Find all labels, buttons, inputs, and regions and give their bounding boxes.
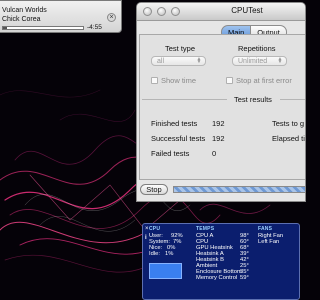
- title-bar[interactable]: CPUTest: [137, 3, 305, 21]
- finished-tests-value: 192: [212, 119, 225, 128]
- elapsed-time-label: Elapsed ti: [272, 134, 305, 143]
- cputest-window: CPUTest Main Output Test type Repetition…: [136, 2, 306, 202]
- info-icon[interactable]: i: [145, 235, 147, 241]
- select-arrows-icon: ▲ ▼: [196, 56, 202, 65]
- fan-label: Left Fan: [258, 239, 280, 245]
- track-progress-fill: [3, 27, 7, 29]
- repetitions-select[interactable]: Unlimited ▲ ▼: [232, 56, 287, 66]
- divider: [142, 99, 227, 100]
- cpu-idle-label: Idle:: [149, 251, 160, 257]
- show-time-label: Show time: [161, 76, 197, 85]
- test-progress-bar: [173, 186, 305, 193]
- track-title: Vulcan Worlds: [2, 7, 47, 14]
- repetitions-value: Unlimited: [238, 58, 268, 65]
- show-time-checkbox[interactable]: [151, 77, 158, 84]
- cpu-header: CPU: [149, 226, 161, 232]
- finished-tests-label: Finished tests: [151, 119, 198, 128]
- track-artist: Chick Corea: [2, 16, 41, 23]
- repetitions-label: Repetitions: [238, 44, 276, 53]
- track-progress-bar[interactable]: [2, 26, 84, 30]
- close-icon[interactable]: ×: [145, 226, 149, 232]
- test-type-label: Test type: [165, 44, 196, 53]
- fans-header: FANS: [258, 226, 273, 232]
- itunes-mini-player: Vulcan Worlds Chick Corea × -4:55: [0, 0, 122, 33]
- successful-tests-value: 192: [212, 134, 225, 143]
- test-results-heading: Test results: [234, 95, 272, 104]
- select-arrows-icon: ▲ ▼: [277, 56, 283, 65]
- temps-header: TEMPS: [196, 226, 215, 232]
- divider: [280, 99, 305, 100]
- failed-tests-label: Failed tests: [151, 149, 190, 158]
- test-type-select[interactable]: all ▲ ▼: [151, 56, 206, 66]
- stop-at-first-error-label: Stop at first error: [236, 76, 292, 85]
- close-icon[interactable]: ×: [107, 13, 116, 22]
- time-remaining: -4:55: [87, 24, 102, 31]
- cpu-idle-value: 1%: [165, 251, 174, 257]
- main-panel: Test type Repetitions all ▲ ▼ Unlimited ▲…: [139, 34, 305, 180]
- test-type-value: all: [157, 58, 165, 65]
- stop-button[interactable]: Stop: [140, 184, 168, 195]
- failed-tests-value: 0: [212, 149, 217, 158]
- temp-value: 59°: [240, 275, 249, 281]
- window-title: CPUTest: [231, 6, 263, 15]
- temp-label: Memory Control: [196, 275, 238, 281]
- cpu-usage-graph: [149, 263, 182, 279]
- tests-to-go-label: Tests to g: [272, 119, 305, 128]
- system-monitor-widget: × i CPU TEMPS FANS User: 92% System: 7% …: [142, 223, 300, 300]
- successful-tests-label: Successful tests: [151, 134, 206, 143]
- stop-at-first-error-checkbox[interactable]: [226, 77, 233, 84]
